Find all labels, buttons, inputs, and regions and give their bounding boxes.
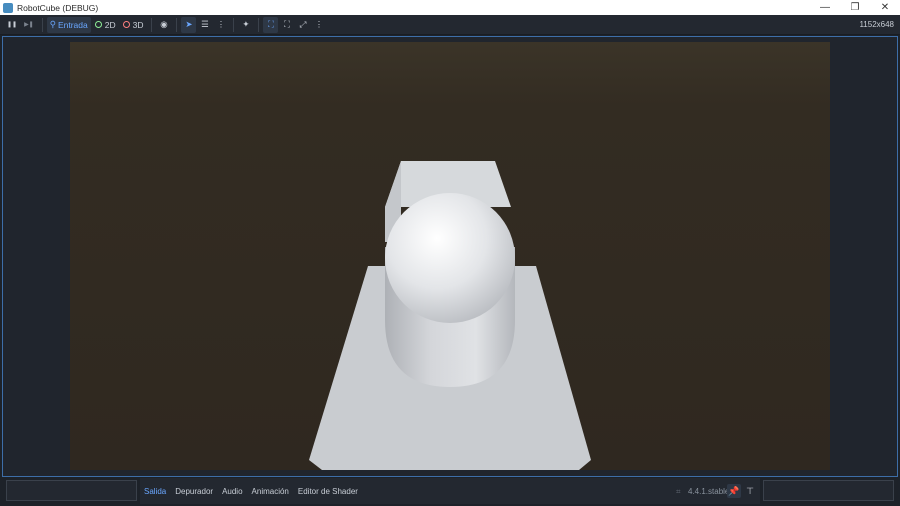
circle-2d-icon [94, 21, 102, 28]
tab-debugger[interactable]: Depurador [175, 487, 213, 496]
circle-3d-icon [122, 21, 130, 28]
tab-animation[interactable]: Animación [252, 487, 289, 496]
bottom-panel: Salida Depurador Audio Animación Editor … [0, 478, 900, 506]
godot-app-icon [3, 2, 13, 13]
list-icon: ☰ [201, 19, 209, 29]
pin-panel-button[interactable]: 📌 [727, 484, 741, 498]
toolbar-separator [233, 17, 235, 32]
close-button[interactable]: ✕ [870, 0, 900, 15]
input-label: Entrada [57, 19, 88, 30]
vertical-dots-icon: ⋮ [314, 19, 324, 29]
version-icon: ⌗ [676, 487, 681, 496]
resolution-label: 1152x648 [859, 20, 894, 29]
version-label: 4.4.1.stable [688, 487, 730, 496]
minimize-button[interactable]: — [810, 0, 840, 15]
camera-override-icon: ⛶ [268, 19, 274, 29]
vertical-dots-icon: ⋮ [216, 19, 226, 29]
pause-icon: ❚❚ [7, 22, 18, 28]
camera-button[interactable]: ✦ [238, 17, 253, 33]
cursor-icon: ➤ [185, 19, 193, 29]
expand-button[interactable]: ⤢ [295, 17, 310, 33]
tab-output[interactable]: Salida [144, 487, 166, 496]
bottom-left-panel [6, 480, 137, 501]
eye-icon: ◉ [160, 19, 168, 29]
mode-2d-label: 2D [104, 19, 116, 30]
expand-panel-button[interactable]: ⊤ [743, 484, 757, 498]
mode-3d-button[interactable]: 3D [120, 17, 147, 33]
camera-override-button[interactable]: ⛶ [263, 16, 279, 33]
list-select-button[interactable]: ☰ [197, 17, 212, 33]
joystick-icon: ⚲ [49, 19, 56, 29]
bottom-right-panel [763, 480, 894, 501]
game-viewport[interactable] [70, 42, 830, 470]
step-icon: ▶❚ [24, 22, 34, 28]
bottom-tabs: Salida Depurador Audio Animación Editor … [140, 478, 760, 504]
tab-audio[interactable]: Audio [222, 487, 242, 496]
window-title: RobotCube (DEBUG) [17, 2, 99, 13]
toolbar-separator [151, 17, 153, 32]
toolbar-separator [41, 17, 43, 32]
select-tool-button[interactable]: ➤ [181, 16, 197, 33]
toolbar-separator [258, 17, 260, 32]
expand-icon: ⤢ [299, 19, 307, 29]
next-frame-button[interactable]: ▶❚ [21, 17, 37, 33]
title-bar: RobotCube (DEBUG) — ❐ ✕ [0, 0, 900, 15]
focus-button[interactable]: ⛶ [279, 17, 294, 33]
capsule-head [385, 193, 515, 323]
pin-icon: 📌 [728, 485, 740, 496]
more-options-button[interactable]: ⋮ [213, 17, 228, 33]
camera-options-button[interactable]: ⋮ [311, 17, 326, 33]
tab-shader-editor[interactable]: Editor de Shader [298, 487, 358, 496]
restore-button[interactable]: ❐ [840, 0, 870, 15]
focus-icon: ⛶ [284, 19, 290, 29]
visibility-button[interactable]: ◉ [156, 17, 171, 33]
debug-toolbar: ❚❚ ▶❚ ⚲ Entrada 2D 3D ◉ ➤ ☰ ⋮ ✦ ⛶ ⛶ ⤢ ⋮ … [0, 15, 900, 35]
expand-top-icon: ⊤ [746, 485, 754, 496]
toolbar-separator [176, 17, 178, 32]
input-mode-button[interactable]: ⚲ Entrada [46, 16, 91, 33]
pause-button[interactable]: ❚❚ [4, 17, 20, 33]
mode-2d-button[interactable]: 2D [92, 17, 119, 33]
camera-icon: ✦ [242, 19, 250, 29]
window-controls: — ❐ ✕ [810, 0, 900, 15]
mode-3d-label: 3D [132, 19, 144, 30]
